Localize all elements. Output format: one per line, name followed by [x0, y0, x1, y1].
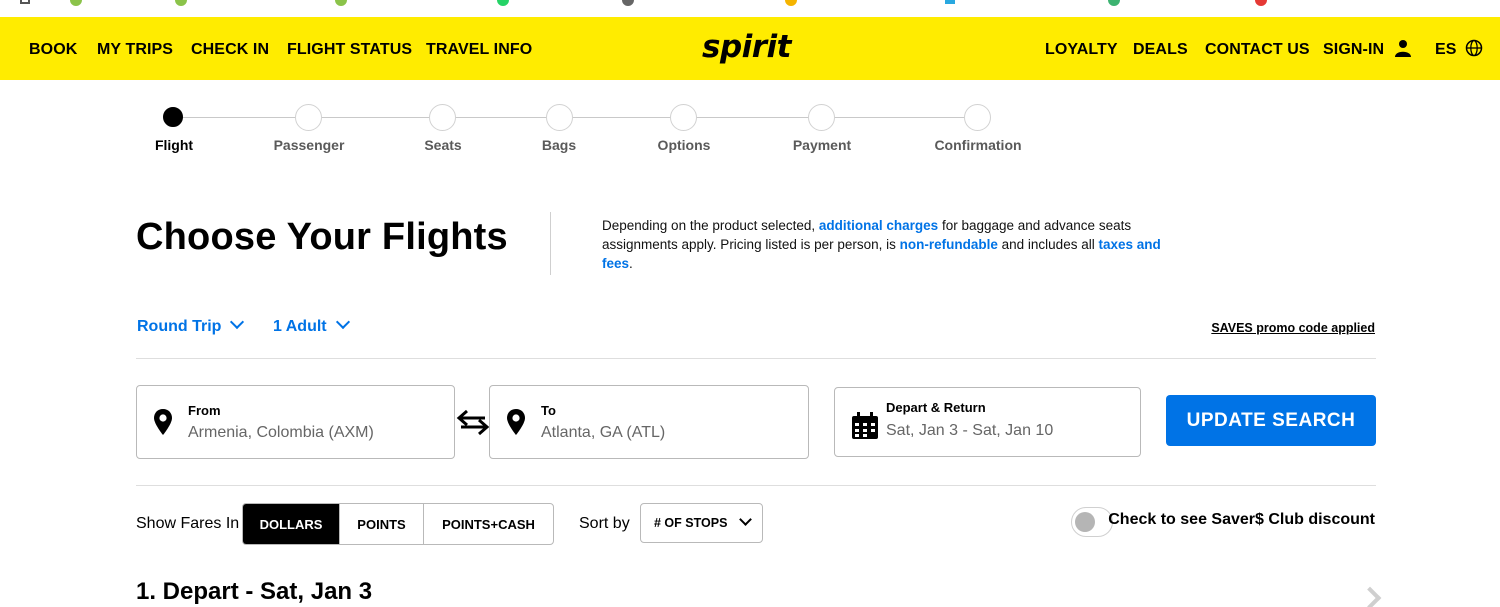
nav-sign-in[interactable]: SIGN-IN [1323, 41, 1384, 59]
bookmark-bar [0, 0, 1500, 17]
info-text: . [629, 256, 633, 271]
fare-points-button[interactable]: POINTS [340, 504, 424, 544]
nav-book[interactable]: BOOK [29, 41, 77, 59]
location-pin-icon [507, 409, 525, 435]
location-pin-icon [154, 409, 172, 435]
step-label-options: Options [657, 137, 711, 153]
nav-loyalty[interactable]: LOYALTY [1045, 41, 1118, 59]
chevron-down-icon [230, 314, 245, 330]
savers-club-toggle[interactable] [1071, 507, 1113, 537]
apps-icon[interactable] [20, 0, 30, 4]
step-label-payment: Payment [792, 137, 852, 153]
heading-divider [550, 212, 551, 275]
dates-label: Depart & Return [886, 400, 986, 415]
bookmark-icon[interactable] [785, 0, 797, 6]
step-dot-bags [546, 104, 573, 131]
nav-language[interactable]: ES [1435, 41, 1457, 59]
step-label-seats: Seats [424, 137, 462, 153]
user-icon[interactable] [1394, 39, 1412, 57]
sort-by-label: Sort by [579, 515, 630, 532]
globe-icon[interactable] [1465, 39, 1483, 57]
swap-icon[interactable] [456, 408, 490, 436]
chevron-right-icon[interactable] [1358, 586, 1382, 607]
step-dot-confirmation [964, 104, 991, 131]
passenger-label: 1 Adult [273, 318, 327, 335]
page-title: Choose Your Flights [136, 216, 508, 258]
chart-bookmark-icon[interactable] [945, 0, 955, 4]
step-dot-payment [808, 104, 835, 131]
fare-points-cash-button[interactable]: POINTS+CASH [424, 504, 553, 544]
sort-value: # OF STOPS [654, 516, 728, 530]
info-text: and includes all [997, 237, 1099, 252]
divider [136, 358, 1376, 359]
info-text: Depending on the product selected, [602, 218, 819, 233]
spirit-logo[interactable]: spirit [702, 29, 792, 65]
to-field[interactable]: To Atlanta, GA (ATL) [489, 385, 809, 459]
step-label-confirmation: Confirmation [934, 137, 1022, 153]
bookmark-icon[interactable] [175, 0, 187, 6]
progress-line [173, 117, 978, 118]
step-label-flight: Flight [154, 137, 194, 153]
bookmark-icon[interactable] [70, 0, 82, 6]
trip-type-dropdown[interactable]: Round Trip [137, 314, 245, 336]
bookmark-icon[interactable] [335, 0, 347, 6]
non-refundable-link[interactable]: non-refundable [900, 237, 998, 252]
top-nav: BOOK MY TRIPS CHECK IN FLIGHT STATUS TRA… [0, 17, 1500, 80]
step-dot-flight [163, 107, 183, 127]
bookmark-icon[interactable] [1255, 0, 1267, 6]
dates-field[interactable]: Depart & Return Sat, Jan 3 - Sat, Jan 10 [834, 387, 1141, 457]
passenger-dropdown[interactable]: 1 Adult [273, 314, 350, 336]
trip-type-label: Round Trip [137, 318, 222, 335]
to-value: Atlanta, GA (ATL) [541, 424, 666, 441]
from-value: Armenia, Colombia (AXM) [188, 424, 374, 441]
promo-code-link[interactable]: SAVES promo code applied [1211, 321, 1375, 335]
bookmark-icon[interactable] [1108, 0, 1120, 6]
additional-charges-link[interactable]: additional charges [819, 218, 938, 233]
fare-currency-toggle: DOLLARS POINTS POINTS+CASH [242, 503, 554, 545]
step-label-passenger: Passenger [273, 137, 345, 153]
to-label: To [541, 403, 556, 418]
toggle-knob [1075, 512, 1095, 532]
sort-select[interactable]: # OF STOPS [640, 503, 763, 543]
pricing-info: Depending on the product selected, addit… [602, 216, 1192, 273]
nav-check-in[interactable]: CHECK IN [191, 41, 269, 59]
show-fares-label: Show Fares In [136, 515, 240, 532]
nav-deals[interactable]: DEALS [1133, 41, 1188, 59]
dates-value: Sat, Jan 3 - Sat, Jan 10 [886, 422, 1054, 439]
divider [136, 485, 1376, 486]
calendar-icon [852, 412, 878, 439]
google-icon[interactable] [622, 0, 634, 6]
chevron-down-icon [739, 513, 752, 526]
depart-heading: 1. Depart - Sat, Jan 3 [136, 578, 373, 605]
savers-club-label[interactable]: Check to see Saver$ Club discount [1108, 511, 1375, 529]
chevron-down-icon [335, 314, 350, 330]
step-dot-options [670, 104, 697, 131]
from-field[interactable]: From Armenia, Colombia (AXM) [136, 385, 455, 459]
nav-contact-us[interactable]: CONTACT US [1205, 41, 1310, 59]
nav-my-trips[interactable]: MY TRIPS [97, 41, 173, 59]
fare-dollars-button[interactable]: DOLLARS [243, 504, 340, 544]
step-dot-passenger [295, 104, 322, 131]
step-dot-seats [429, 104, 456, 131]
update-search-button[interactable]: UPDATE SEARCH [1166, 395, 1376, 446]
whatsapp-icon[interactable] [497, 0, 509, 6]
nav-travel-info[interactable]: TRAVEL INFO [426, 41, 532, 59]
nav-flight-status[interactable]: FLIGHT STATUS [287, 41, 412, 59]
from-label: From [188, 403, 221, 418]
step-label-bags: Bags [541, 137, 577, 153]
